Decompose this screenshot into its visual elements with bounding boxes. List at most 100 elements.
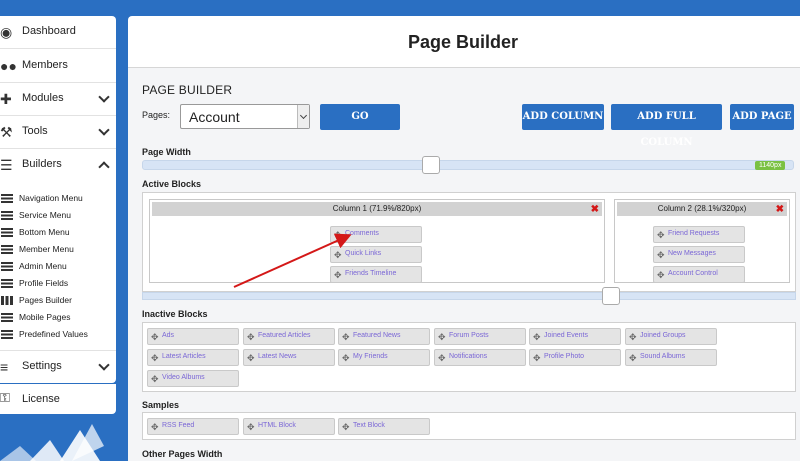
chevron-down-icon (98, 91, 110, 103)
inactive-block-latest-articles[interactable]: ✥ Latest Articles (147, 349, 239, 366)
sidebar-subitem-profile-fields[interactable]: Profile Fields (0, 275, 116, 292)
list-icon (1, 194, 13, 203)
sidebar-subitem-member-menu[interactable]: Member Menu (0, 241, 116, 258)
remove-column-icon[interactable]: ✖ (776, 203, 784, 217)
inactive-block-notifications[interactable]: ✥ Notifications (434, 349, 526, 366)
inactive-block-ads[interactable]: ✥ Ads (147, 328, 239, 345)
active-blocks-label: Active Blocks (142, 179, 202, 189)
move-icon: ✥ (342, 422, 350, 432)
sidebar-item-modules[interactable]: ✚ Modules (0, 83, 116, 116)
sidebar-item-members[interactable]: ●● Members (0, 50, 116, 83)
bars-icon: ☰ (0, 157, 13, 173)
pages-label: Pages: (142, 110, 171, 120)
move-icon: ✥ (247, 353, 255, 363)
other-pages-width-label: Other Pages Width (142, 449, 223, 459)
inactive-block-featured-articles[interactable]: ✥ Featured Articles (243, 328, 335, 345)
move-icon: ✥ (438, 332, 446, 342)
move-icon: ✥ (657, 250, 665, 260)
sidebar-item-tools[interactable]: ⚒ Tools (0, 116, 116, 149)
add-page-button[interactable]: ADD PAGE (730, 104, 794, 130)
main-panel: Page Builder PAGE BUILDER Pages: Account… (128, 16, 800, 461)
column-1[interactable]: Column 1 (71.9%/820px) ✖ ✥ Comments ✥ Qu… (149, 199, 605, 283)
inactive-block-sound-albums[interactable]: ✥ Sound Albums (625, 349, 717, 366)
inactive-block-latest-news[interactable]: ✥ Latest News (243, 349, 335, 366)
samples-panel: ✥ RSS Feed ✥ HTML Block ✥ Text Block (142, 412, 796, 440)
inactive-block-my-friends[interactable]: ✥ My Friends (338, 349, 430, 366)
active-block-quick-links[interactable]: ✥ Quick Links (330, 246, 422, 263)
sidebar-item-label: Tools (22, 125, 48, 137)
grid-icon (1, 296, 13, 305)
chevron-down-icon (98, 359, 110, 371)
page-width-slider[interactable] (142, 160, 794, 170)
column-width-slider[interactable] (142, 292, 796, 300)
inactive-blocks-label: Inactive Blocks (142, 309, 208, 319)
list-icon (1, 313, 13, 322)
inactive-block-forum-posts[interactable]: ✥ Forum Posts (434, 328, 526, 345)
inactive-blocks-panel: ✥ Ads ✥ Featured Articles ✥ Featured News ✥… (142, 322, 796, 392)
page-width-slider-handle[interactable] (422, 156, 440, 174)
move-icon: ✥ (629, 353, 637, 363)
active-block-friends-timeline[interactable]: ✥ Friends Timeline (330, 266, 422, 283)
list-icon (1, 279, 13, 288)
sidebar-subitem-mobile-pages[interactable]: Mobile Pages (0, 309, 116, 326)
move-icon: ✥ (247, 332, 255, 342)
sample-block-rss-feed[interactable]: ✥ RSS Feed (147, 418, 239, 435)
inactive-block-joined-groups[interactable]: ✥ Joined Groups (625, 328, 717, 345)
sidebar-item-label: Members (22, 59, 68, 71)
active-block-new-messages[interactable]: ✥ New Messages (653, 246, 745, 263)
add-column-button[interactable]: ADD COLUMN (522, 104, 604, 130)
list-icon (1, 211, 13, 220)
sidebar-item-label: Builders (22, 158, 62, 170)
active-block-account-control[interactable]: ✥ Account Control (653, 266, 745, 283)
move-icon: ✥ (151, 332, 159, 342)
inactive-block-profile-photo[interactable]: ✥ Profile Photo (529, 349, 621, 366)
column-2[interactable]: Column 2 (28.1%/320px) ✖ ✥ Friend Reques… (614, 199, 790, 283)
sidebar-subitem-navigation-menu[interactable]: Navigation Menu (0, 190, 116, 207)
title-bar: Page Builder (128, 16, 800, 68)
sidebar-subitem-predefined-values[interactable]: Predefined Values (0, 326, 116, 343)
sample-block-text-block[interactable]: ✥ Text Block (338, 418, 430, 435)
move-icon: ✥ (657, 230, 665, 240)
active-block-comments[interactable]: ✥ Comments (330, 226, 422, 243)
key-icon: ⚿ (0, 390, 10, 405)
inactive-block-joined-events[interactable]: ✥ Joined Events (529, 328, 621, 345)
users-icon: ●● (0, 58, 17, 74)
sidebar-subitem-bottom-menu[interactable]: Bottom Menu (0, 224, 116, 241)
sidebar-nav: ◉ Dashboard ●● Members ✚ Modules ⚒ Tools… (0, 16, 116, 383)
active-block-friend-requests[interactable]: ✥ Friend Requests (653, 226, 745, 243)
sidebar-item-license[interactable]: ⚿ License (0, 384, 116, 414)
inactive-block-featured-news[interactable]: ✥ Featured News (338, 328, 430, 345)
page-title: Page Builder (408, 32, 519, 52)
samples-label: Samples (142, 400, 180, 410)
page-width-value: 1140px (755, 161, 786, 170)
move-icon: ✥ (247, 422, 255, 432)
wrench-icon: ⚒ (0, 124, 13, 140)
chevron-down-icon (98, 124, 110, 136)
pages-select[interactable]: Account (180, 104, 310, 129)
chevron-down-icon (297, 105, 309, 128)
move-icon: ✥ (151, 374, 159, 384)
sidebar-item-label: Modules (22, 92, 64, 104)
move-icon: ✥ (342, 353, 350, 363)
sidebar: ◉ Dashboard ●● Members ✚ Modules ⚒ Tools… (0, 0, 116, 461)
sidebar-subitem-pages-builder[interactable]: Pages Builder (0, 292, 116, 309)
sidebar-item-settings[interactable]: ≡ Settings (0, 350, 116, 383)
list-icon (1, 228, 13, 237)
sidebar-subitem-service-menu[interactable]: Service Menu (0, 207, 116, 224)
sidebar-item-dashboard[interactable]: ◉ Dashboard (0, 16, 116, 49)
sidebar-item-builders[interactable]: ☰ Builders (0, 149, 116, 182)
chevron-up-icon (98, 161, 110, 173)
add-full-column-button[interactable]: ADD FULL COLUMN (611, 104, 722, 148)
list-icon (1, 245, 13, 254)
go-button[interactable]: GO (320, 104, 400, 130)
column-width-slider-handle[interactable] (602, 287, 620, 305)
puzzle-icon: ✚ (0, 91, 12, 107)
section-heading: PAGE BUILDER (142, 83, 233, 97)
remove-column-icon[interactable]: ✖ (591, 203, 599, 217)
move-icon: ✥ (657, 270, 665, 280)
move-icon: ✥ (334, 250, 342, 260)
sample-block-html-block[interactable]: ✥ HTML Block (243, 418, 335, 435)
list-icon (1, 330, 13, 339)
sidebar-subitem-admin-menu[interactable]: Admin Menu (0, 258, 116, 275)
inactive-block-video-albums[interactable]: ✥ Video Albums (147, 370, 239, 387)
